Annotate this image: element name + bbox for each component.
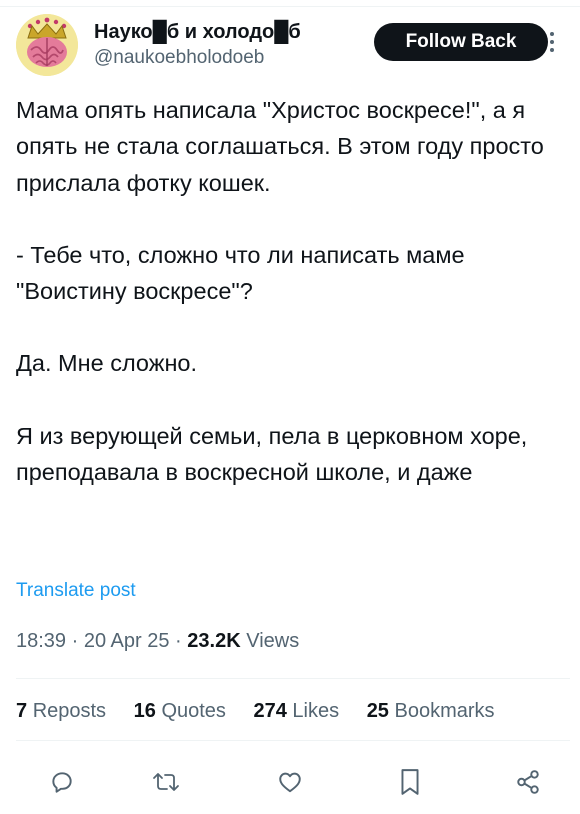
tweet-paragraph: Да. Мне сложно. (16, 350, 198, 377)
tweet-date[interactable]: 20 Apr 25 (84, 630, 170, 652)
tweet-paragraph-spacer (16, 309, 566, 345)
quotes-count: 16 (133, 700, 156, 722)
more-button[interactable] (532, 22, 572, 62)
repost-button[interactable] (146, 762, 186, 802)
bookmarks-label: Bookmarks (394, 700, 495, 722)
tweet-paragraph-spacer (16, 201, 566, 237)
more-icon (550, 32, 554, 52)
divider (16, 678, 570, 679)
repost-icon (153, 773, 179, 791)
reply-button[interactable] (42, 762, 82, 802)
views-label: Views (246, 630, 300, 652)
share-icon (517, 770, 539, 794)
reply-icon (52, 772, 72, 793)
likes-count: 274 (253, 700, 287, 722)
views-count: 23.2K (187, 630, 241, 652)
follow-back-button[interactable]: Follow Back (374, 23, 548, 61)
bookmark-button[interactable] (390, 762, 430, 802)
quotes-label: Quotes (161, 700, 226, 722)
tweet-paragraph: Я из верующей семьи, пела в церковном хо… (16, 422, 528, 486)
meta-separator: · (71, 630, 79, 652)
user-handle[interactable]: @naukoebholodoeb (94, 46, 301, 70)
tweet-paragraph: Мама опять написала "Христос воскресе!",… (16, 97, 544, 196)
bookmarks-stat[interactable]: 25 Bookmarks (367, 700, 495, 722)
quotes-stat[interactable]: 16 Quotes (134, 700, 226, 722)
brain-crown-avatar-icon (16, 14, 78, 76)
display-name[interactable]: Науко█б и холодо█б (94, 20, 301, 44)
bookmark-icon (401, 769, 419, 795)
engagement-stats: 7 Reposts 16 Quotes 274 Likes 25 Bookmar… (16, 700, 517, 723)
profile-names: Науко█б и холодо█б @naukoebholodoeb (94, 20, 301, 70)
divider (16, 740, 570, 741)
action-bar (0, 762, 580, 802)
tweet-meta: 18:39 · 20 Apr 25 · 23.2K Views (16, 630, 299, 653)
like-button[interactable] (270, 762, 310, 802)
avatar[interactable] (16, 14, 78, 76)
meta-separator: · (175, 630, 182, 652)
top-border (0, 6, 580, 7)
likes-stat[interactable]: 274 Likes (253, 700, 339, 722)
reposts-label: Reposts (32, 700, 107, 722)
reposts-count: 7 (16, 700, 28, 722)
tweet-time[interactable]: 18:39 (16, 630, 66, 652)
share-button[interactable] (508, 762, 548, 802)
tweet-text: Мама опять написала "Христос воскресе!",… (16, 92, 566, 490)
likes-label: Likes (292, 700, 340, 722)
like-icon (279, 772, 301, 793)
bookmarks-count: 25 (366, 700, 389, 722)
tweet-header: Науко█б и холодо█б @naukoebholodoeb Foll… (16, 14, 564, 76)
translate-post-link[interactable]: Translate post (16, 580, 136, 602)
tweet-paragraph-spacer (16, 382, 566, 418)
tweet-paragraph: - Тебе что, сложно что ли написать маме … (16, 241, 465, 305)
reposts-stat[interactable]: 7 Reposts (16, 700, 106, 722)
